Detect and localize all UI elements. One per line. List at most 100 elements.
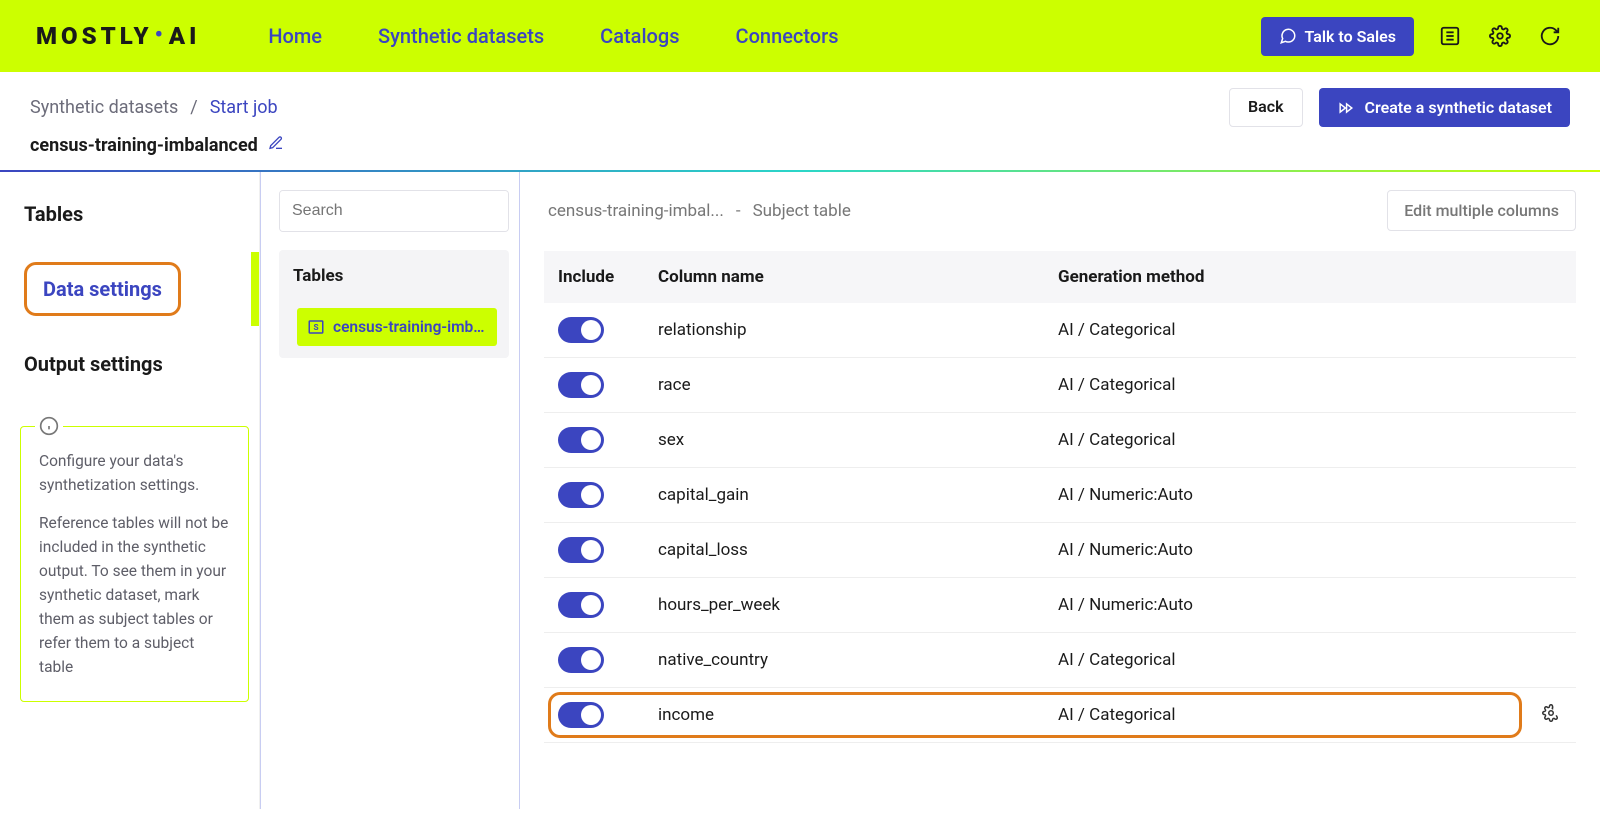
info-paragraph-1: Configure your data's synthetization set… bbox=[39, 449, 230, 497]
cell-config bbox=[1526, 523, 1576, 578]
cell-generation-method: AI / Categorical bbox=[1044, 633, 1526, 688]
chat-icon bbox=[1279, 27, 1297, 45]
main-content: Tables Data settings Output settings Con… bbox=[0, 172, 1600, 809]
cell-include bbox=[544, 578, 644, 633]
nav-connectors[interactable]: Connectors bbox=[736, 24, 839, 48]
cell-include bbox=[544, 523, 644, 578]
cell-include bbox=[544, 303, 644, 358]
table-row: hours_per_weekAI / Numeric:Auto bbox=[544, 578, 1576, 633]
topbar: MOSTLY•AI Home Synthetic datasets Catalo… bbox=[0, 0, 1600, 72]
col-header-cfg bbox=[1526, 251, 1576, 303]
table-row: capital_lossAI / Numeric:Auto bbox=[544, 523, 1576, 578]
table-row: sexAI / Categorical bbox=[544, 413, 1576, 468]
left-nav-data-settings-wrap: Data settings bbox=[20, 252, 249, 326]
settings-gear-icon[interactable] bbox=[1486, 22, 1514, 50]
cell-generation-method: AI / Numeric:Auto bbox=[1044, 523, 1526, 578]
include-toggle[interactable] bbox=[558, 537, 604, 563]
refresh-icon[interactable] bbox=[1536, 22, 1564, 50]
nav-synthetic-datasets[interactable]: Synthetic datasets bbox=[378, 24, 544, 48]
create-synthetic-dataset-button[interactable]: Create a synthetic dataset bbox=[1319, 88, 1570, 127]
cell-include bbox=[544, 633, 644, 688]
table-row: capital_gainAI / Numeric:Auto bbox=[544, 468, 1576, 523]
columns-table: Include Column name Generation method re… bbox=[544, 251, 1576, 743]
include-toggle[interactable] bbox=[558, 702, 604, 728]
brand-text-2: AI bbox=[169, 22, 201, 50]
cell-config bbox=[1526, 688, 1576, 743]
include-toggle[interactable] bbox=[558, 427, 604, 453]
tables-group: Tables S census-training-imbal... bbox=[279, 250, 509, 358]
columns-subtitle: Subject table bbox=[753, 201, 851, 221]
cell-config bbox=[1526, 633, 1576, 688]
table-row: raceAI / Categorical bbox=[544, 358, 1576, 413]
back-button[interactable]: Back bbox=[1229, 88, 1303, 127]
cell-config bbox=[1526, 358, 1576, 413]
cell-config bbox=[1526, 303, 1576, 358]
table-row: incomeAI / Categorical bbox=[544, 688, 1576, 743]
active-indicator bbox=[251, 252, 259, 326]
cell-column-name: capital_loss bbox=[644, 523, 1044, 578]
brand-dot-icon: • bbox=[155, 23, 167, 48]
breadcrumb-separator: / bbox=[190, 97, 197, 118]
nav-catalogs[interactable]: Catalogs bbox=[600, 24, 679, 48]
edit-name-icon[interactable] bbox=[268, 135, 284, 156]
cell-generation-method: AI / Categorical bbox=[1044, 413, 1526, 468]
cell-include bbox=[544, 413, 644, 468]
nav-home[interactable]: Home bbox=[268, 24, 322, 48]
info-paragraph-2: Reference tables will not be included in… bbox=[39, 511, 230, 679]
cell-column-name: capital_gain bbox=[644, 468, 1044, 523]
table-item[interactable]: S census-training-imbal... bbox=[297, 308, 497, 346]
include-toggle[interactable] bbox=[558, 372, 604, 398]
fast-forward-icon bbox=[1337, 101, 1355, 115]
breadcrumb-current: Start job bbox=[210, 97, 278, 118]
left-nav-tables[interactable]: Tables bbox=[20, 192, 249, 236]
columns-table-name: census-training-imbal... bbox=[548, 201, 724, 221]
list-icon[interactable] bbox=[1436, 22, 1464, 50]
table-item-label: census-training-imbal... bbox=[333, 318, 487, 336]
include-toggle[interactable] bbox=[558, 482, 604, 508]
cell-generation-method: AI / Categorical bbox=[1044, 303, 1526, 358]
search-wrap bbox=[279, 190, 509, 232]
dataset-title-row: census-training-imbalanced bbox=[0, 135, 1600, 170]
cell-column-name: relationship bbox=[644, 303, 1044, 358]
cell-column-name: sex bbox=[644, 413, 1044, 468]
page-header: Synthetic datasets / Start job Back Crea… bbox=[0, 72, 1600, 135]
columns-pane: census-training-imbal... - Subject table… bbox=[520, 172, 1600, 809]
include-toggle[interactable] bbox=[558, 592, 604, 618]
cell-column-name: hours_per_week bbox=[644, 578, 1044, 633]
brand-text: MOSTLY bbox=[36, 22, 153, 50]
dataset-name: census-training-imbalanced bbox=[30, 135, 258, 156]
breadcrumb-root[interactable]: Synthetic datasets bbox=[30, 97, 178, 118]
cell-config bbox=[1526, 468, 1576, 523]
cell-column-name: native_country bbox=[644, 633, 1044, 688]
cell-column-name: race bbox=[644, 358, 1044, 413]
columns-separator: - bbox=[736, 201, 741, 221]
include-toggle[interactable] bbox=[558, 647, 604, 673]
tables-group-header: Tables bbox=[279, 250, 509, 298]
talk-to-sales-label: Talk to Sales bbox=[1305, 27, 1396, 46]
tables-pane: Tables S census-training-imbal... bbox=[260, 172, 520, 809]
left-nav-data-settings[interactable]: Data settings bbox=[24, 262, 181, 316]
table-row: native_countryAI / Categorical bbox=[544, 633, 1576, 688]
cell-generation-method: AI / Numeric:Auto bbox=[1044, 578, 1526, 633]
include-toggle[interactable] bbox=[558, 317, 604, 343]
topbar-right: Talk to Sales bbox=[1261, 17, 1564, 56]
cell-column-name: income bbox=[644, 688, 1044, 743]
info-card: Configure your data's synthetization set… bbox=[20, 426, 249, 702]
header-actions: Back Create a synthetic dataset bbox=[1229, 88, 1570, 127]
talk-to-sales-button[interactable]: Talk to Sales bbox=[1261, 17, 1414, 56]
cell-generation-method: AI / Categorical bbox=[1044, 358, 1526, 413]
col-header-method: Generation method bbox=[1044, 251, 1526, 303]
svg-text:S: S bbox=[313, 323, 318, 333]
left-nav: Tables Data settings Output settings Con… bbox=[0, 172, 260, 809]
row-gear-icon[interactable] bbox=[1542, 704, 1560, 722]
col-header-name: Column name bbox=[644, 251, 1044, 303]
breadcrumb: Synthetic datasets / Start job bbox=[30, 97, 278, 118]
cell-generation-method: AI / Numeric:Auto bbox=[1044, 468, 1526, 523]
left-nav-output-settings[interactable]: Output settings bbox=[20, 342, 249, 386]
table-row: relationshipAI / Categorical bbox=[544, 303, 1576, 358]
top-nav: Home Synthetic datasets Catalogs Connect… bbox=[268, 24, 838, 48]
edit-multiple-columns-button[interactable]: Edit multiple columns bbox=[1387, 190, 1576, 231]
columns-header: Include Column name Generation method bbox=[544, 251, 1576, 303]
cell-generation-method: AI / Categorical bbox=[1044, 688, 1526, 743]
search-input[interactable] bbox=[280, 191, 509, 231]
